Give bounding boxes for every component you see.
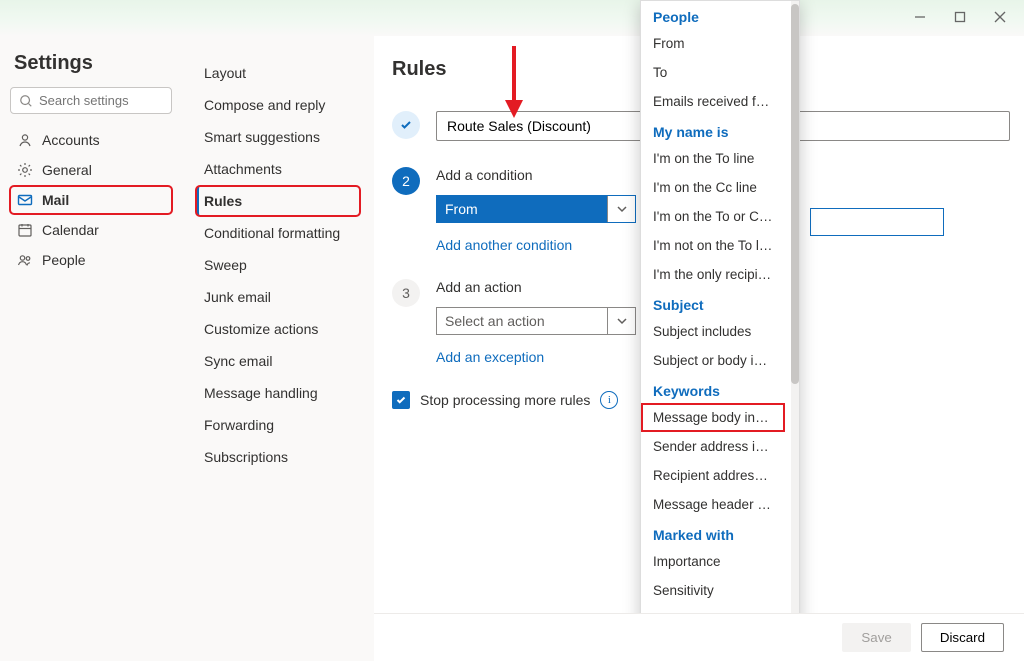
subnav-sweep[interactable]: Sweep — [196, 250, 360, 280]
chevron-down-icon — [607, 308, 635, 334]
action-select[interactable]: Select an action — [436, 307, 636, 335]
dd-item-on-to-or-cc[interactable]: I'm on the To or Cc line — [641, 202, 785, 231]
subnav-compose[interactable]: Compose and reply — [196, 90, 360, 120]
dd-header-subject: Subject — [641, 289, 799, 317]
dd-header-mynameis: My name is — [641, 116, 799, 144]
dd-item-only-recipient[interactable]: I'm the only recipient — [641, 260, 785, 289]
annotation-arrow-icon — [502, 44, 526, 120]
condition-value-input[interactable] — [810, 208, 944, 236]
mail-subnav: Layout Compose and reply Smart suggestio… — [182, 36, 374, 661]
subnav-customize[interactable]: Customize actions — [196, 314, 360, 344]
step-2-bullet: 2 — [392, 167, 420, 195]
dd-item-sensitivity[interactable]: Sensitivity — [641, 576, 785, 605]
subnav-junk[interactable]: Junk email — [196, 282, 360, 312]
subnav-sync[interactable]: Sync email — [196, 346, 360, 376]
step-3-bullet: 3 — [392, 279, 420, 307]
dd-item-from[interactable]: From — [641, 29, 785, 58]
nav-general[interactable]: General — [10, 156, 172, 184]
dd-header-keywords: Keywords — [641, 375, 799, 403]
add-another-condition-link[interactable]: Add another condition — [436, 237, 572, 253]
subnav-condfmt[interactable]: Conditional formatting — [196, 218, 360, 248]
subnav-forwarding[interactable]: Forwarding — [196, 410, 360, 440]
titlebar — [0, 0, 1024, 36]
dd-item-not-on-to[interactable]: I'm not on the To line — [641, 231, 785, 260]
dd-item-sender-address[interactable]: Sender address includ... — [641, 432, 785, 461]
nav-accounts[interactable]: Accounts — [10, 126, 172, 154]
dd-item-message-body-includes[interactable]: Message body includes — [641, 403, 785, 432]
info-icon[interactable]: i — [600, 391, 618, 409]
settings-sidebar: Settings Accounts General Mail Calendar … — [0, 36, 182, 661]
chevron-down-icon — [607, 196, 635, 222]
nav-label: General — [42, 162, 92, 178]
footer: Save Discard — [374, 613, 1024, 661]
search-settings[interactable] — [10, 87, 172, 114]
dd-item-message-header[interactable]: Message header inclu... — [641, 490, 785, 519]
subnav-smart[interactable]: Smart suggestions — [196, 122, 360, 152]
gear-icon — [16, 162, 34, 178]
dd-item-importance[interactable]: Importance — [641, 547, 785, 576]
nav-mail[interactable]: Mail — [10, 186, 172, 214]
condition-value: From — [437, 196, 607, 222]
dd-item-emails-received[interactable]: Emails received for ot... — [641, 87, 785, 116]
search-icon — [19, 94, 33, 108]
scrollbar-thumb[interactable] — [791, 4, 799, 384]
subnav-msghandle[interactable]: Message handling — [196, 378, 360, 408]
condition-dropdown: People From To Emails received for ot...… — [640, 0, 800, 653]
subnav-subscriptions[interactable]: Subscriptions — [196, 442, 360, 472]
dd-header-people: People — [641, 1, 799, 29]
step-done-icon — [392, 111, 420, 139]
close-button[interactable] — [984, 6, 1016, 28]
stop-processing-label: Stop processing more rules — [420, 392, 590, 408]
add-exception-link[interactable]: Add an exception — [436, 349, 544, 365]
dd-item-subject-includes[interactable]: Subject includes — [641, 317, 785, 346]
person-icon — [16, 132, 34, 148]
dd-item-on-cc[interactable]: I'm on the Cc line — [641, 173, 785, 202]
subnav-attachments[interactable]: Attachments — [196, 154, 360, 184]
people-icon — [16, 252, 34, 268]
settings-heading: Settings — [14, 52, 168, 75]
discard-button[interactable]: Discard — [921, 623, 1004, 652]
maximize-button[interactable] — [944, 6, 976, 28]
save-button[interactable]: Save — [842, 623, 910, 652]
subnav-layout[interactable]: Layout — [196, 58, 360, 88]
condition-select[interactable]: From — [436, 195, 636, 223]
dd-header-marked: Marked with — [641, 519, 799, 547]
dd-item-recipient-address[interactable]: Recipient address incl... — [641, 461, 785, 490]
nav-people[interactable]: People — [10, 246, 172, 274]
stop-processing-checkbox[interactable] — [392, 391, 410, 409]
calendar-icon — [16, 222, 34, 238]
nav-label: Mail — [42, 192, 69, 208]
nav-calendar[interactable]: Calendar — [10, 216, 172, 244]
minimize-button[interactable] — [904, 6, 936, 28]
action-placeholder: Select an action — [437, 308, 607, 334]
nav-label: People — [42, 252, 86, 268]
nav-label: Calendar — [42, 222, 99, 238]
nav-label: Accounts — [42, 132, 100, 148]
dd-item-subject-or-body[interactable]: Subject or body inclu... — [641, 346, 785, 375]
mail-icon — [16, 192, 34, 208]
subnav-rules[interactable]: Rules — [196, 186, 360, 216]
dd-item-on-to[interactable]: I'm on the To line — [641, 144, 785, 173]
dd-item-to[interactable]: To — [641, 58, 785, 87]
